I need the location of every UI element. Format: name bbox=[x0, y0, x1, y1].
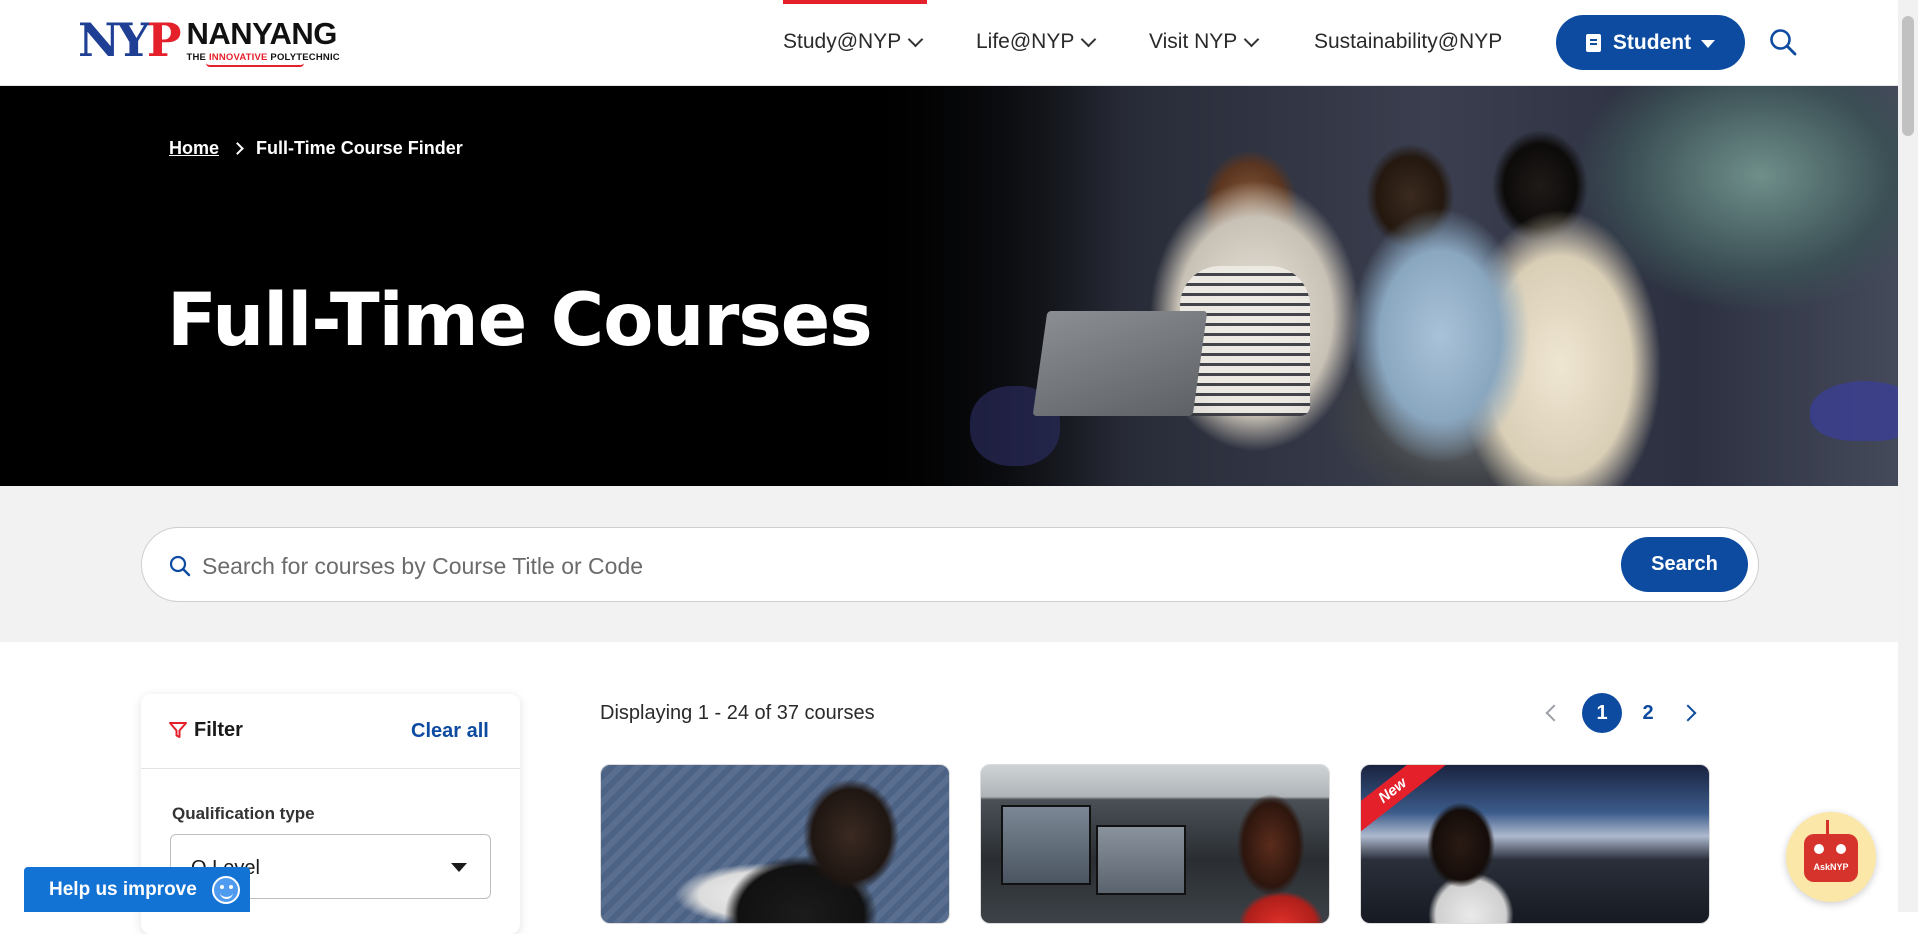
nav-item-label: Sustainability@NYP bbox=[1314, 30, 1503, 53]
pagination-prev-icon[interactable] bbox=[1545, 704, 1563, 722]
nyp-logo[interactable]: NYP NANYANG THE INNOVATIVE POLYTECHNIC bbox=[78, 17, 340, 67]
search-button[interactable]: Search bbox=[1621, 537, 1748, 592]
course-card[interactable] bbox=[600, 764, 950, 924]
nav-item-label: Visit NYP bbox=[1149, 30, 1238, 53]
course-card[interactable]: New bbox=[1360, 764, 1710, 924]
nav-item-label: Study@NYP bbox=[783, 30, 902, 53]
caret-down-icon bbox=[1701, 40, 1716, 48]
card-photo-monitor bbox=[1096, 825, 1186, 895]
logo-name: NANYANG bbox=[186, 16, 337, 51]
search-placeholder: Search for courses by Course Title or Co… bbox=[202, 553, 644, 579]
clear-all-link[interactable]: Clear all bbox=[411, 720, 489, 743]
filter-title: Filter bbox=[194, 719, 243, 741]
robot-eye bbox=[1814, 844, 1824, 854]
nav-item-study[interactable]: Study@NYP bbox=[783, 30, 924, 54]
breadcrumb-home-link[interactable]: Home bbox=[169, 138, 219, 159]
smiley-icon bbox=[212, 876, 240, 904]
search-icon[interactable] bbox=[1769, 28, 1797, 56]
nav-item-sustainability[interactable]: Sustainability@NYP bbox=[1314, 30, 1502, 54]
hero-students-photo bbox=[860, 86, 1898, 486]
filter-header: Filter Clear all bbox=[141, 694, 520, 769]
site-header: NYP NANYANG THE INNOVATIVE POLYTECHNIC S… bbox=[0, 0, 1898, 86]
robot-antenna bbox=[1826, 820, 1836, 834]
hero-photo-laptop bbox=[1032, 311, 1208, 416]
asknyp-label: AskNYP bbox=[1813, 862, 1849, 872]
chevron-down-icon bbox=[907, 31, 924, 47]
course-search-input[interactable]: Search for courses by Course Title or Co… bbox=[141, 527, 1759, 602]
results-count: Displaying 1 - 24 of 37 courses bbox=[600, 702, 875, 724]
page-title: Full-Time Courses bbox=[167, 278, 873, 363]
pagination-next-icon[interactable] bbox=[1679, 704, 1697, 722]
scrollbar-thumb[interactable] bbox=[1902, 16, 1914, 136]
asknyp-chatbot-button[interactable]: AskNYP bbox=[1786, 812, 1876, 902]
pagination-page-1[interactable]: 1 bbox=[1582, 693, 1622, 733]
course-card[interactable] bbox=[980, 764, 1330, 924]
qualification-type-label: Qualification type bbox=[172, 804, 315, 823]
page-scrollbar[interactable] bbox=[1898, 0, 1918, 912]
student-button-label: Student bbox=[1612, 30, 1692, 54]
chevron-down-icon bbox=[1081, 31, 1097, 47]
new-badge: New bbox=[1361, 765, 1448, 838]
caret-down-icon bbox=[451, 863, 467, 872]
chevron-right-icon bbox=[231, 142, 244, 155]
breadcrumb-current: Full-Time Course Finder bbox=[256, 138, 463, 158]
nav-item-label: Life@NYP bbox=[976, 30, 1075, 53]
student-button[interactable]: Student bbox=[1556, 15, 1745, 70]
nav-item-life[interactable]: Life@NYP bbox=[976, 30, 1097, 54]
help-us-improve-label: Help us improve bbox=[49, 878, 197, 900]
breadcrumb: Home Full-Time Course Finder bbox=[169, 138, 463, 159]
nav-active-indicator bbox=[783, 0, 927, 4]
card-photo-monitor bbox=[1001, 805, 1091, 885]
robot-eye bbox=[1836, 844, 1846, 854]
hero-photo-chair bbox=[1810, 381, 1898, 441]
pagination: 1 2 bbox=[1540, 693, 1697, 733]
book-icon bbox=[1585, 33, 1601, 52]
filter-icon bbox=[169, 722, 187, 738]
nav-item-visit[interactable]: Visit NYP bbox=[1149, 30, 1260, 54]
logo-mark: NYP bbox=[78, 13, 181, 67]
search-icon bbox=[169, 555, 191, 577]
robot-icon bbox=[1804, 834, 1858, 882]
help-us-improve-button[interactable]: Help us improve bbox=[24, 867, 250, 912]
chevron-down-icon bbox=[1244, 31, 1260, 47]
logo-swoosh bbox=[206, 63, 305, 67]
pagination-page-2[interactable]: 2 bbox=[1628, 693, 1668, 733]
logo-tagline: THE INNOVATIVE POLYTECHNIC bbox=[186, 52, 340, 63]
logo-text: NANYANG THE INNOVATIVE POLYTECHNIC bbox=[186, 16, 340, 67]
